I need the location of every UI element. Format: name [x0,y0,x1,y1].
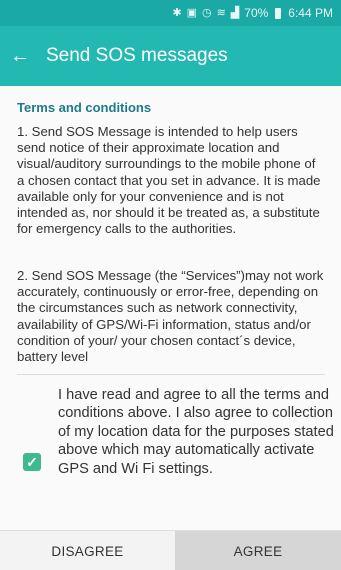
divider [17,374,325,375]
agree-button[interactable]: AGREE [175,531,341,570]
agree-checkbox[interactable]: ✓ [23,453,41,471]
back-arrow-icon[interactable]: ← [10,46,34,66]
checkmark-icon: ✓ [26,453,38,470]
bluetooth-icon: ✱ [172,6,182,19]
terms-content[interactable]: Terms and conditions 1. Send SOS Message… [0,86,341,526]
status-bar: ✱ ▣ ◷ ≋ ▟ 70% 6:44 PM [0,0,341,26]
disagree-button[interactable]: DISAGREE [0,531,175,570]
battery-icon [275,7,282,19]
terms-heading: Terms and conditions [17,100,152,115]
app-bar: ← Send SOS messages [0,26,341,86]
status-time: 6:44 PM [288,6,333,20]
terms-paragraph-1: 1. Send SOS Message is intended to help … [17,124,321,237]
alarm-icon: ◷ [201,6,212,19]
agreement-text: I have read and agree to all the terms a… [58,387,334,477]
wifi-icon: ≋ [216,6,226,19]
page-title: Send SOS messages [46,45,228,66]
terms-paragraph-2: 2. Send SOS Message (the “Services”)may … [17,268,324,365]
battery-percent: 70% [244,6,269,20]
signal-icon: ▟ [230,6,240,19]
nfc-icon: ▣ [186,6,197,19]
bottom-button-bar: DISAGREE AGREE [0,530,341,570]
